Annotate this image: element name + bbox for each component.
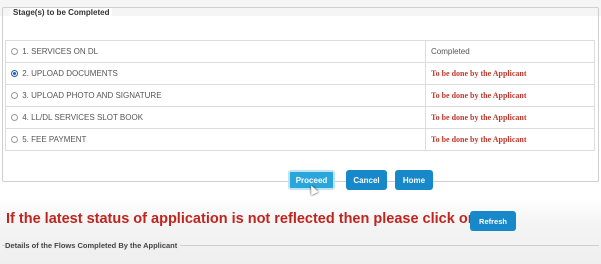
cancel-button[interactable]: Cancel [346, 170, 387, 190]
stage-label: 3. UPLOAD PHOTO AND SIGNATURE [22, 91, 162, 100]
stage-cell[interactable]: 1. SERVICES ON DL [5, 40, 426, 63]
radio-icon[interactable] [11, 70, 18, 77]
refresh-message: If the latest status of application is n… [6, 211, 477, 227]
stage-row: 3. UPLOAD PHOTO AND SIGNATURE To be done… [5, 84, 595, 107]
stage-label: 1. SERVICES ON DL [22, 47, 99, 56]
home-button[interactable]: Home [395, 170, 433, 190]
stage-cell[interactable]: 5. FEE PAYMENT [5, 128, 426, 151]
stages-table: 1. SERVICES ON DL Completed 2. UPLOAD DO… [5, 40, 595, 151]
stage-row: 5. FEE PAYMENT To be done by the Applica… [5, 128, 595, 151]
stage-status: To be done by the Applicant [425, 62, 595, 85]
stage-cell[interactable]: 4. LL/DL SERVICES SLOT BOOK [5, 106, 426, 129]
stage-cell[interactable]: 3. UPLOAD PHOTO AND SIGNATURE [5, 84, 426, 107]
radio-icon[interactable] [11, 136, 18, 143]
stage-cell[interactable]: 2. UPLOAD DOCUMENTS [5, 62, 426, 85]
stage-row: 4. LL/DL SERVICES SLOT BOOK To be done b… [5, 106, 595, 129]
details-legend: Details of the Flows Completed By the Ap… [5, 241, 181, 250]
stage-status: Completed [425, 40, 595, 63]
refresh-button[interactable]: Refresh [470, 211, 516, 231]
radio-icon[interactable] [11, 92, 18, 99]
stage-label: 4. LL/DL SERVICES SLOT BOOK [22, 113, 144, 122]
stage-row: 1. SERVICES ON DL Completed [5, 40, 595, 63]
stages-legend: Stage(s) to be Completed [10, 8, 113, 17]
stage-status: To be done by the Applicant [425, 106, 595, 129]
stage-row: 2. UPLOAD DOCUMENTS To be done by the Ap… [5, 62, 595, 85]
stage-label: 2. UPLOAD DOCUMENTS [22, 69, 118, 78]
stage-status: To be done by the Applicant [425, 84, 595, 107]
stage-label: 5. FEE PAYMENT [22, 135, 87, 144]
radio-icon[interactable] [11, 48, 18, 55]
radio-icon[interactable] [11, 114, 18, 121]
lower-panel [0, 198, 601, 264]
stage-status: To be done by the Applicant [425, 128, 595, 151]
